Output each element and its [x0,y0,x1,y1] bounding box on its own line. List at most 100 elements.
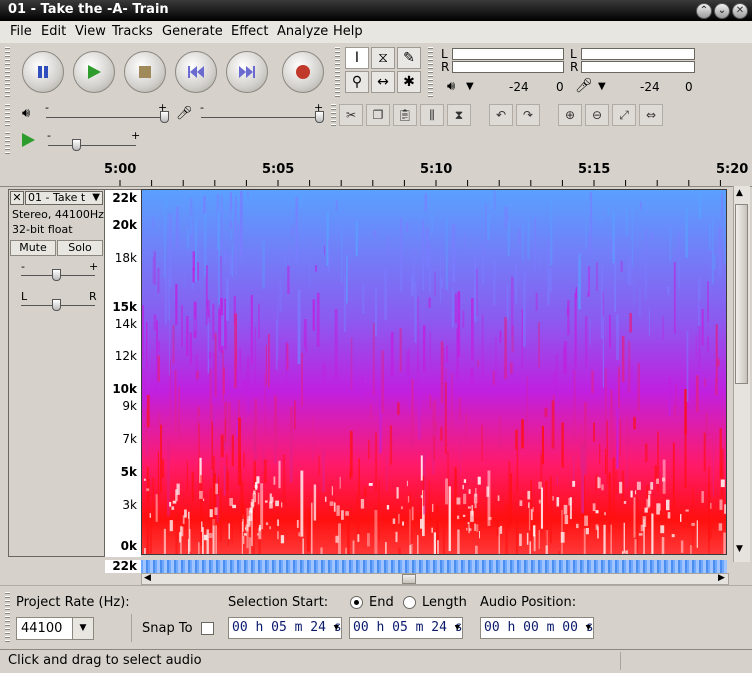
chevron-down-icon[interactable]: ▼ [72,618,93,639]
spectrogram-streak [627,341,631,393]
play-button[interactable] [73,51,115,93]
speaker-icon[interactable]: 🔊︎ [447,79,455,94]
menu-effect[interactable]: Effect [231,24,268,39]
mute-button[interactable]: Mute [10,240,56,256]
paste-button[interactable]: 📋︎ [393,104,417,126]
menu-file[interactable]: File [10,24,32,39]
snap-to-checkbox[interactable] [201,622,214,635]
spectrogram-streak [680,540,684,553]
spectrogram-streak [214,332,217,397]
menu-help[interactable]: Help [333,24,363,39]
menu-generate[interactable]: Generate [162,24,223,39]
record-meter-menu-arrow[interactable]: ▼ [598,81,606,92]
project-rate-combo[interactable]: 44100 ▼ [16,617,94,640]
cut-button[interactable]: ✂ [339,104,363,126]
spectrogram-streak [299,190,303,208]
vertical-scroll-thumb[interactable] [735,204,748,384]
spectrogram-highlight [199,490,203,499]
toolbar-grip[interactable] [5,132,10,154]
chevron-down-icon[interactable]: ▼ [455,618,460,638]
selection-end-time[interactable]: 00 h 05 m 24 s ▼ [349,617,463,639]
horizontal-scroll-thumb[interactable] [402,574,416,584]
skip-to-end-button[interactable] [226,51,268,93]
envelope-tool[interactable]: ⧖ [371,47,395,69]
playback-volume-thumb[interactable] [160,111,169,123]
close-icon[interactable]: ✕ [732,3,748,19]
scroll-down-icon[interactable]: ▼ [736,544,743,554]
silence-button[interactable]: ⧗ [447,104,471,126]
menu-edit[interactable]: Edit [41,24,66,39]
spectrogram-streak [633,416,636,430]
spectrogram-streak [258,303,260,338]
play-speed-thumb[interactable] [72,139,81,151]
multi-tool[interactable]: ✱ [397,71,421,93]
toolbar-grip[interactable] [428,47,433,97]
play-at-speed-button[interactable] [16,132,40,154]
spectrogram-highlight [528,502,530,508]
spectrogram-highlight [335,535,339,543]
spectrogram-highlight [256,476,260,484]
play-meter-menu-arrow[interactable]: ▼ [466,81,474,92]
maximize-icon[interactable]: ⌄ [714,3,730,19]
envelope-icon: ⧖ [378,50,388,66]
vertical-scrollbar[interactable]: ▲ ▼ [733,186,750,562]
spectrogram-streak [428,481,431,517]
audio-position-time[interactable]: 00 h 00 m 00 s ▼ [480,617,594,639]
zoom-in-button[interactable]: ⊕ [558,104,582,126]
end-radio[interactable] [350,596,363,609]
track-name-menu[interactable]: 01 - Take t ▼ [25,191,103,205]
selection-toolbar: Project Rate (Hz): 44100 ▼ Snap To Selec… [0,585,752,648]
redo-button[interactable]: ↷ [516,104,540,126]
playback-volume-track[interactable] [46,117,164,118]
scroll-up-icon[interactable]: ▲ [736,188,743,198]
spectrogram-streak [367,533,370,547]
spectrogram-view[interactable] [141,189,727,555]
undo-button[interactable]: ↶ [489,104,513,126]
menu-view[interactable]: View [75,24,106,39]
toolbar-grip[interactable] [5,47,10,97]
toolbar-grip[interactable] [5,592,10,642]
spectrogram-streak [375,432,377,491]
record-volume-track[interactable] [201,117,319,118]
fit-project-button[interactable]: ⇔ [639,104,663,126]
chevron-down-icon[interactable]: ▼ [586,618,591,638]
copy-button[interactable]: ❐ [366,104,390,126]
spectrogram-streak [248,537,251,554]
play-speed-track[interactable] [48,145,136,146]
toolbar-grip[interactable] [335,47,340,97]
horizontal-scrollbar[interactable]: ◀ ▶ [141,573,729,585]
close-track-button[interactable]: ✕ [10,191,24,205]
zoom-out-button[interactable]: ⊖ [585,104,609,126]
spectrogram-highlight [474,523,476,531]
second-channel-spectrogram[interactable] [141,560,727,573]
zoom-tool[interactable]: ⚲ [345,71,369,93]
spectrogram-highlight [420,495,423,498]
scroll-left-icon[interactable]: ◀ [144,573,151,583]
trim-button[interactable]: ⫼ [420,104,444,126]
toolbar-grip[interactable] [5,104,10,126]
toolbar-grip[interactable] [331,104,336,126]
timeline-ruler[interactable]: 5:00 5:05 5:10 5:15 5:20 [0,158,752,187]
microphone-icon[interactable]: 🎤︎ [575,78,593,94]
record-meter-right-label: R [570,60,579,74]
chevron-down-icon[interactable]: ▼ [334,618,339,638]
solo-button[interactable]: Solo [57,240,103,256]
spectrogram-streak [344,274,346,333]
minimize-icon[interactable]: ⌃ [696,3,712,19]
record-volume-thumb[interactable] [315,111,324,123]
scroll-right-icon[interactable]: ▶ [718,573,725,583]
selection-start-time[interactable]: 00 h 05 m 24 s ▼ [228,617,342,639]
record-button[interactable] [282,51,324,93]
fit-selection-button[interactable]: ⤢ [612,104,636,126]
pan-slider-thumb[interactable] [52,299,61,311]
pause-button[interactable] [22,51,64,93]
menu-tracks[interactable]: Tracks [112,24,153,39]
stop-button[interactable] [124,51,166,93]
menu-analyze[interactable]: Analyze [277,24,328,39]
gain-slider-thumb[interactable] [52,269,61,281]
timeshift-tool[interactable]: ↔ [371,71,395,93]
skip-to-start-button[interactable] [175,51,217,93]
selection-tool[interactable]: I [345,47,369,69]
draw-tool[interactable]: ✎ [397,47,421,69]
length-radio[interactable] [403,596,416,609]
